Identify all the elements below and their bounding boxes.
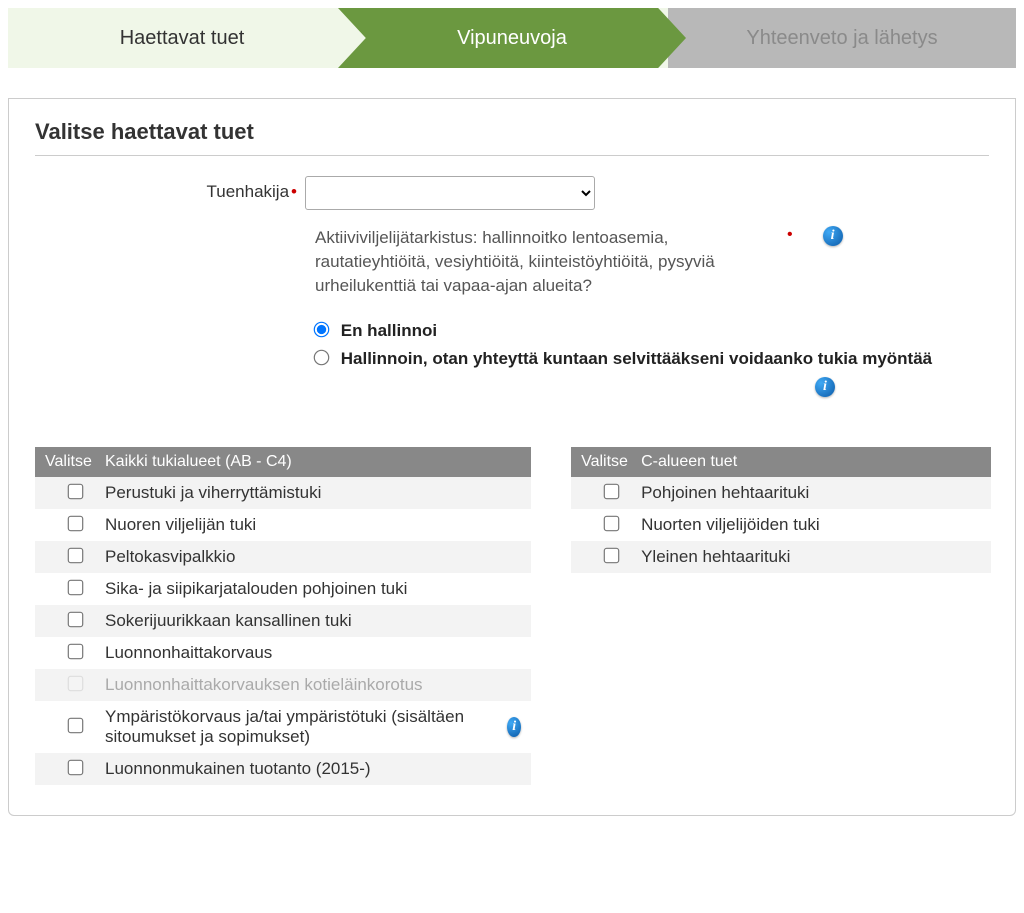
row-label: Peltokasvipalkkio	[105, 547, 521, 567]
active-farmer-question: Aktiiviviljelijätarkistus: hallinnoitko …	[315, 226, 989, 297]
table-row: Pohjoinen hehtaarituki	[571, 477, 991, 509]
row-label: Luonnonhaittakorvaus	[105, 643, 521, 663]
table-row: Luonnonhaittakorvaus	[35, 637, 531, 669]
radio-hallinnoin-input[interactable]	[314, 350, 330, 366]
info-icon[interactable]: i	[815, 377, 835, 397]
checkbox-nuoren-viljelijan[interactable]	[67, 516, 83, 532]
table-row: Luonnonhaittakorvauksen kotieläinkorotus	[35, 669, 531, 701]
checkbox-pohjoinen-hehtaari[interactable]	[603, 484, 619, 500]
row-label: Nuorten viljelijöiden tuki	[641, 515, 981, 535]
wizard-tabs: Haettavat tuet Vipuneuvoja Yhteenveto ja…	[8, 8, 1016, 68]
tab-yhteenveto[interactable]: Yhteenveto ja lähetys	[668, 8, 1016, 68]
applicant-row: Tuenhakija•	[35, 176, 989, 210]
checkbox-sika-siipikarja[interactable]	[67, 580, 83, 596]
row-label: Yleinen hehtaarituki	[641, 547, 981, 567]
col-name-header: Kaikki tukialueet (AB - C4)	[105, 453, 521, 471]
checkbox-sokerijuurikas[interactable]	[67, 612, 83, 628]
table-all-areas: Valitse Kaikki tukialueet (AB - C4) Peru…	[35, 447, 531, 785]
checkbox-nuorten-viljelijoiden[interactable]	[603, 516, 619, 532]
info-icon[interactable]: i	[823, 226, 843, 246]
applicant-label: Tuenhakija•	[35, 176, 305, 202]
radio-hallinnoin[interactable]: Hallinnoin, otan yhteyttä kuntaan selvit…	[315, 349, 932, 368]
table-row: Ympäristökorvaus ja/tai ympäristötuki (s…	[35, 701, 531, 753]
checkbox-peltokasvipalkkio[interactable]	[67, 548, 83, 564]
radio-en-hallinnoi[interactable]: En hallinnoi	[315, 321, 437, 340]
main-panel: Valitse haettavat tuet Tuenhakija• Aktii…	[8, 98, 1016, 816]
info-icon[interactable]: i	[507, 717, 521, 737]
checkbox-luomu[interactable]	[67, 760, 83, 776]
row-label: Perustuki ja viherryttämistuki	[105, 483, 521, 503]
row-label: Sika- ja siipikarjatalouden pohjoinen tu…	[105, 579, 521, 599]
checkbox-ymparistokorvaus[interactable]	[67, 718, 83, 734]
row-label: Luonnonmukainen tuotanto (2015-)	[105, 759, 521, 779]
col-select-header: Valitse	[45, 453, 105, 471]
checkbox-luonnonhaitta[interactable]	[67, 644, 83, 660]
question-text: Aktiiviviljelijätarkistus: hallinnoitko …	[315, 226, 755, 297]
table-c-area: Valitse C-alueen tuet Pohjoinen hehtaari…	[571, 447, 991, 785]
table-row: Yleinen hehtaarituki	[571, 541, 991, 573]
col-name-header: C-alueen tuet	[641, 453, 981, 471]
farmer-radio-group: En hallinnoi Hallinnoin, otan yhteyttä k…	[315, 321, 989, 369]
table-row: Sika- ja siipikarjatalouden pohjoinen tu…	[35, 573, 531, 605]
table-row: Sokerijuurikkaan kansallinen tuki	[35, 605, 531, 637]
row-label: Luonnonhaittakorvauksen kotieläinkorotus	[105, 675, 521, 695]
checkbox-kotielainkorotus	[67, 676, 83, 692]
col-select-header: Valitse	[581, 453, 641, 471]
checkbox-perustuki[interactable]	[67, 484, 83, 500]
tab-haettavat-tuet[interactable]: Haettavat tuet	[8, 8, 356, 68]
required-marker: •	[291, 182, 297, 201]
table-row: Peltokasvipalkkio	[35, 541, 531, 573]
panel-title: Valitse haettavat tuet	[35, 119, 989, 156]
table-row: Nuoren viljelijän tuki	[35, 509, 531, 541]
radio-en-hallinnoi-input[interactable]	[314, 322, 330, 338]
row-label: Pohjoinen hehtaarituki	[641, 483, 981, 503]
tab-vipuneuvoja[interactable]: Vipuneuvoja	[338, 8, 686, 68]
table-row: Perustuki ja viherryttämistuki	[35, 477, 531, 509]
required-marker: •	[787, 226, 793, 244]
subsidy-tables: Valitse Kaikki tukialueet (AB - C4) Peru…	[35, 447, 989, 785]
table-row: Luonnonmukainen tuotanto (2015-)	[35, 753, 531, 785]
applicant-select[interactable]	[305, 176, 595, 210]
row-label: Sokerijuurikkaan kansallinen tuki	[105, 611, 521, 631]
checkbox-yleinen-hehtaari[interactable]	[603, 548, 619, 564]
row-label: Nuoren viljelijän tuki	[105, 515, 521, 535]
table-row: Nuorten viljelijöiden tuki	[571, 509, 991, 541]
row-label: Ympäristökorvaus ja/tai ympäristötuki (s…	[105, 707, 499, 747]
